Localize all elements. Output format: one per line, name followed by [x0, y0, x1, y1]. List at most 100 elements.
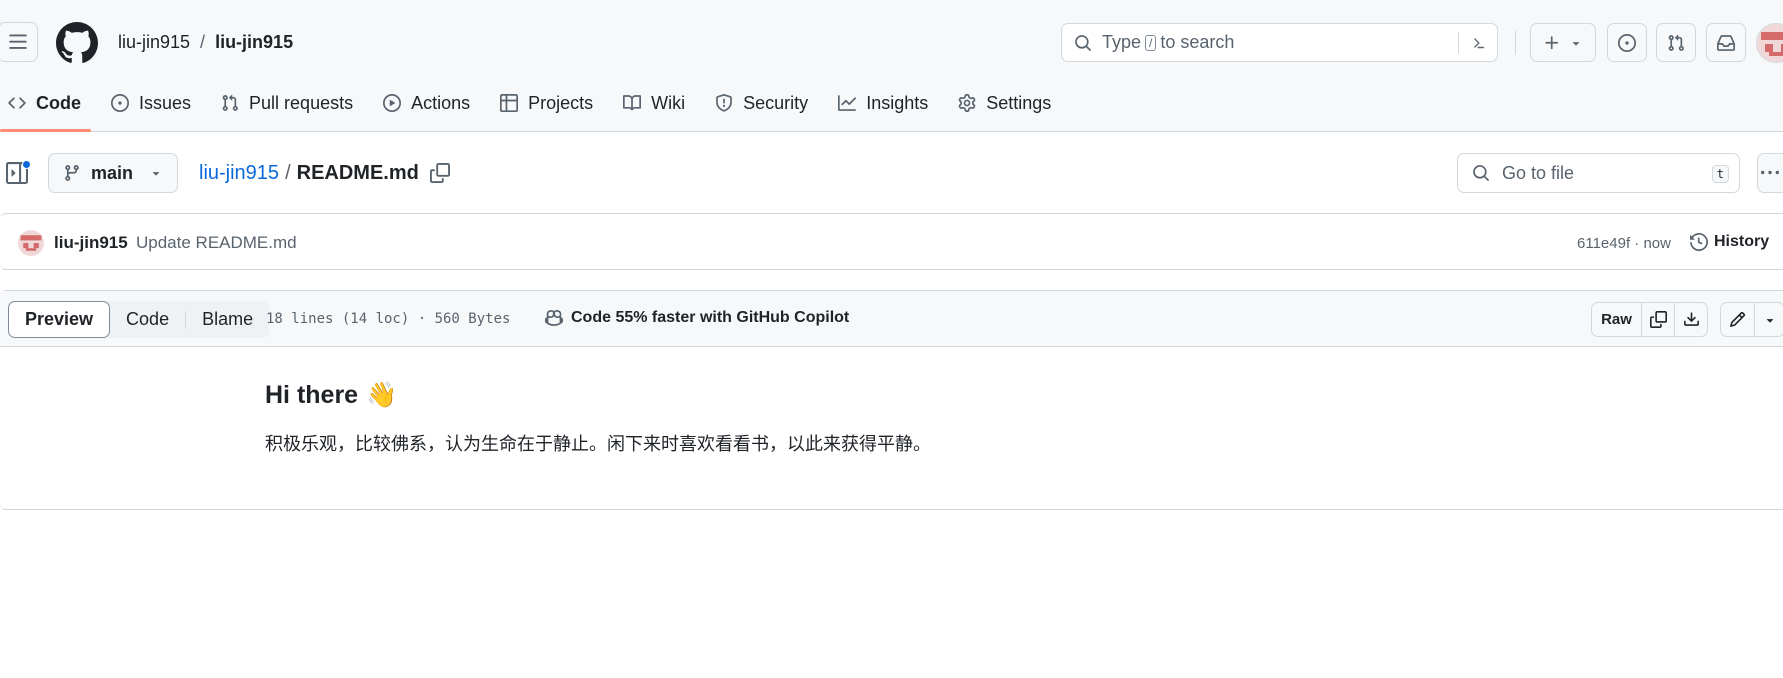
commit-author[interactable]: liu-jin915 [54, 233, 128, 253]
search-divider [1458, 32, 1459, 54]
graph-icon [838, 95, 857, 111]
git-pull-request-icon [222, 94, 238, 111]
tab-label: Settings [986, 92, 1052, 113]
tab-label: Code [36, 92, 81, 113]
download-button[interactable] [1674, 303, 1707, 336]
tab-security[interactable]: Security [707, 86, 816, 120]
kebab-horizontal-icon [1761, 170, 1779, 175]
history-icon [1690, 233, 1708, 251]
go-to-file-input[interactable]: Go to file t [1457, 153, 1740, 193]
tab-label: Security [743, 92, 809, 113]
gear-icon [958, 94, 976, 112]
go-to-file-shortcut: t [1711, 165, 1729, 183]
tab-preview[interactable]: Preview [8, 301, 111, 338]
notification-dot [22, 160, 31, 169]
readme-heading-text: Hi there [265, 381, 359, 409]
command-palette-icon[interactable] [1467, 33, 1487, 53]
file-viewer-header: Preview Code Blame 18 lines (14 loc) · 5… [0, 291, 1783, 347]
copy-icon[interactable] [430, 163, 450, 183]
view-mode-tabs: Preview Code Blame [8, 301, 270, 338]
shield-icon [716, 94, 733, 112]
your-pull-requests-button[interactable] [1656, 23, 1696, 62]
code-icon [8, 97, 26, 109]
breadcrumb-separator: / [200, 32, 206, 52]
tab-label: Actions [411, 92, 471, 113]
tab-label: Insights [866, 92, 929, 113]
triangle-down-icon [1572, 41, 1580, 46]
tab-pull-requests[interactable]: Pull requests [213, 86, 361, 120]
owner-link[interactable]: liu-jin915 [118, 32, 190, 53]
edit-actions-group [1720, 302, 1783, 337]
inbox-icon [1717, 34, 1735, 51]
history-button[interactable]: History [1690, 233, 1769, 251]
search-input[interactable]: Type / to search [1061, 23, 1498, 62]
tab-label: Projects [528, 92, 594, 113]
commit-author-avatar[interactable] [18, 230, 44, 256]
create-new-button[interactable] [1530, 23, 1596, 62]
triangle-down-icon [152, 172, 160, 176]
plus-icon [1545, 35, 1559, 49]
readme-content: Hi there 👋 积极乐观，比较佛系，认为生命在于静止。闲下来时喜欢看看书，… [265, 347, 931, 456]
path-separator: / [285, 162, 291, 184]
search-icon [1075, 34, 1091, 51]
tab-projects[interactable]: Projects [492, 86, 601, 120]
repo-link[interactable]: liu-jin915 [215, 32, 293, 53]
copilot-icon [545, 310, 563, 326]
identicon-icon [18, 230, 44, 256]
tab-actions[interactable]: Actions [375, 86, 478, 120]
issue-opened-icon [111, 94, 129, 112]
copilot-promo[interactable]: Code 55% faster with GitHub Copilot [545, 309, 849, 327]
history-label: History [1714, 233, 1770, 250]
repo-nav: Code Issues Pull requests Actions Projects Wi… [0, 86, 1073, 132]
pencil-icon [1730, 311, 1746, 327]
commit-message[interactable]: Update README.md [136, 233, 297, 253]
issue-opened-icon [1618, 33, 1636, 52]
raw-button[interactable]: Raw [1592, 303, 1641, 336]
app-header: liu-jin915 / liu-jin915 Type / to search [0, 0, 1783, 132]
search-icon [1473, 165, 1489, 181]
notifications-button[interactable] [1706, 23, 1746, 62]
readme-heading: Hi there 👋 [265, 381, 931, 410]
copy-raw-button[interactable] [1641, 303, 1674, 336]
file-path-breadcrumb: liu-jin915 / README.md [199, 162, 419, 185]
triangle-down-icon [1766, 318, 1773, 323]
menu-button[interactable] [0, 22, 38, 62]
file-viewer: Preview Code Blame 18 lines (14 loc) · 5… [0, 290, 1783, 510]
tab-wiki[interactable]: Wiki [615, 86, 693, 120]
copy-icon [1649, 311, 1667, 328]
search-suffix: to search [1160, 32, 1235, 52]
book-icon [623, 95, 642, 111]
commit-sha-time[interactable]: 611e49f · now [1577, 235, 1671, 252]
path-repo-link[interactable]: liu-jin915 [199, 162, 279, 185]
branch-selector-button[interactable]: main [48, 153, 178, 193]
github-logo-icon[interactable] [56, 22, 98, 64]
tab-label: Wiki [651, 92, 686, 113]
path-file-name: README.md [296, 162, 419, 184]
tab-issues[interactable]: Issues [103, 86, 199, 120]
tab-settings[interactable]: Settings [950, 86, 1059, 120]
header-divider [1515, 31, 1516, 55]
identicon-icon [1757, 24, 1783, 62]
tab-code[interactable]: Code [110, 301, 185, 338]
waving-hand-icon: 👋 [366, 381, 398, 409]
download-icon [1683, 312, 1699, 326]
file-actions-group: Raw [1591, 302, 1708, 337]
git-branch-icon [65, 165, 79, 181]
your-issues-button[interactable] [1607, 23, 1647, 62]
edit-file-button[interactable] [1721, 303, 1754, 336]
go-to-file-placeholder: Go to file [1502, 162, 1575, 183]
branch-name: main [91, 162, 134, 183]
readme-paragraph: 积极乐观，比较佛系，认为生命在于静止。闲下来时喜欢看看书，以此来获得平静。 [265, 434, 931, 454]
tab-label: Pull requests [249, 92, 354, 113]
tab-blame[interactable]: Blame [186, 301, 269, 338]
more-options-button[interactable] [1757, 153, 1783, 193]
table-icon [500, 94, 519, 112]
play-icon [383, 94, 402, 112]
tab-insights[interactable]: Insights [830, 86, 936, 120]
copilot-text: Code 55% faster with GitHub Copilot [571, 309, 850, 326]
file-info: 18 lines (14 loc) · 560 Bytes [266, 311, 511, 327]
repo-breadcrumb: liu-jin915 / liu-jin915 [118, 32, 293, 53]
tab-code[interactable]: Code [0, 86, 91, 132]
user-avatar[interactable] [1756, 23, 1783, 63]
edit-options-dropdown[interactable] [1754, 303, 1783, 336]
